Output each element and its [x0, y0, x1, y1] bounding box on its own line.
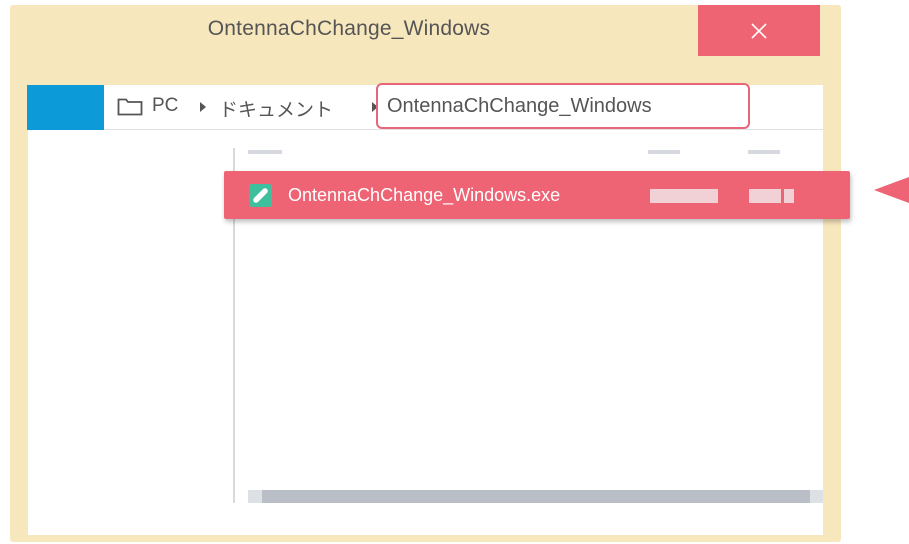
breadcrumb-current-label: OntennaChChange_Windows	[387, 95, 652, 117]
file-name: OntennaChChange_Windows.exe	[288, 185, 561, 205]
window-title: OntennaChChange_Windows	[207, 17, 491, 40]
file-size-placeholder	[784, 189, 794, 203]
pill-icon	[253, 188, 268, 203]
address-bar-divider	[104, 129, 823, 130]
file-row-selected[interactable]: OntennaChChange_Windows.exe	[224, 171, 850, 219]
close-button[interactable]	[698, 5, 820, 56]
breadcrumb-arrow-icon	[200, 102, 206, 112]
breadcrumb-item-pc[interactable]: PC	[152, 95, 178, 117]
horizontal-scrollbar-thumb[interactable]	[262, 490, 810, 503]
folder-icon	[117, 98, 143, 116]
breadcrumb-item-documents[interactable]: ドキュメント	[219, 95, 333, 122]
app-icon	[249, 184, 272, 207]
column-header-size[interactable]	[748, 150, 780, 154]
breadcrumb-item-current-folder[interactable]: OntennaChChange_Windows	[376, 83, 750, 129]
content-area	[28, 85, 823, 535]
column-header-date[interactable]	[648, 150, 680, 154]
pointer-arrow-icon	[874, 177, 909, 203]
file-size-placeholder	[749, 189, 781, 203]
close-icon	[751, 22, 767, 39]
address-bar-accent	[27, 85, 104, 130]
file-date-placeholder	[650, 189, 718, 203]
column-header-name[interactable]	[248, 150, 282, 154]
